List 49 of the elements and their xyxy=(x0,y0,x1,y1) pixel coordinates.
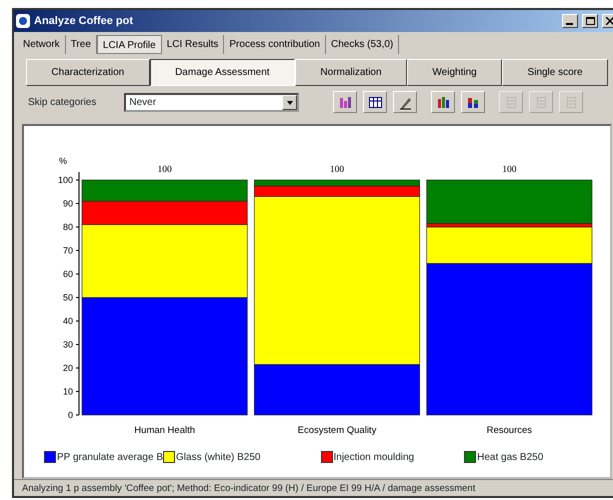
tick-label: 10 xyxy=(62,386,73,396)
subtab-button[interactable]: Damage Assessment xyxy=(150,59,295,86)
tick-label: 30 xyxy=(62,340,73,350)
window-title: Analyze Coffee pot xyxy=(34,14,134,29)
tab[interactable]: Network xyxy=(18,35,66,54)
value-label: 100 xyxy=(158,165,172,175)
subtab-button[interactable]: Normalization xyxy=(295,59,407,86)
category-label: Resources xyxy=(486,425,532,436)
tick-label: 50 xyxy=(62,292,73,302)
subtab-button[interactable]: Single score xyxy=(502,59,608,86)
category-label: Human Health xyxy=(134,425,196,436)
tick-label: 100 xyxy=(58,175,73,185)
skip-categories-label: Skip categories xyxy=(28,96,96,110)
toolbar-button[interactable] xyxy=(431,91,456,113)
app-icon xyxy=(16,14,30,28)
subtab-button[interactable]: Characterization xyxy=(26,59,150,86)
tick-label: 40 xyxy=(62,316,73,326)
toolbar-button[interactable] xyxy=(333,91,358,113)
tick-label: 80 xyxy=(62,222,73,232)
skip-categories-dropdown[interactable]: Never xyxy=(124,92,300,112)
maximize-icon xyxy=(586,17,594,25)
tab[interactable]: LCI Results xyxy=(162,35,224,54)
toolbar-button[interactable] xyxy=(363,91,388,113)
subtab-button[interactable]: Weighting xyxy=(406,59,502,86)
maximize-button[interactable] xyxy=(582,14,598,28)
legend-label: PP granulate average B xyxy=(57,450,164,464)
tick-label: 90 xyxy=(62,198,73,208)
tick-label: 0 xyxy=(68,410,73,420)
category-label: Ecosystem Quality xyxy=(298,425,376,436)
legend-label: Glass (white) B250 xyxy=(176,450,260,464)
table-icon xyxy=(368,94,383,110)
status-bar: Analyzing 1 p assembly 'Coffee pot'; Method: Eco-indicator 99 (H) / Europe EI 99 H/A / damage assessment xyxy=(14,479,613,496)
tab[interactable]: LCIA Profile xyxy=(96,35,162,54)
tick-label: 60 xyxy=(62,269,73,279)
toolbar-button[interactable] xyxy=(393,91,418,113)
axis-label: % xyxy=(58,156,67,166)
value-label: 100 xyxy=(502,165,516,175)
tick-label: 20 xyxy=(62,363,73,373)
tab[interactable]: Process contribution xyxy=(224,35,326,54)
close-icon xyxy=(606,17,613,25)
legend-label: Heat gas B250 xyxy=(477,450,544,464)
tick-label: 70 xyxy=(62,246,73,256)
value-label: 100 xyxy=(330,165,344,175)
toolbar-button[interactable] xyxy=(461,91,486,113)
grouped-bars-icon xyxy=(436,94,451,110)
bar-chart-icon xyxy=(338,94,353,110)
minimize-button[interactable] xyxy=(562,14,578,28)
legend-label: Injection moulding xyxy=(334,450,414,464)
tab[interactable]: Checks (53,0) xyxy=(326,35,400,54)
